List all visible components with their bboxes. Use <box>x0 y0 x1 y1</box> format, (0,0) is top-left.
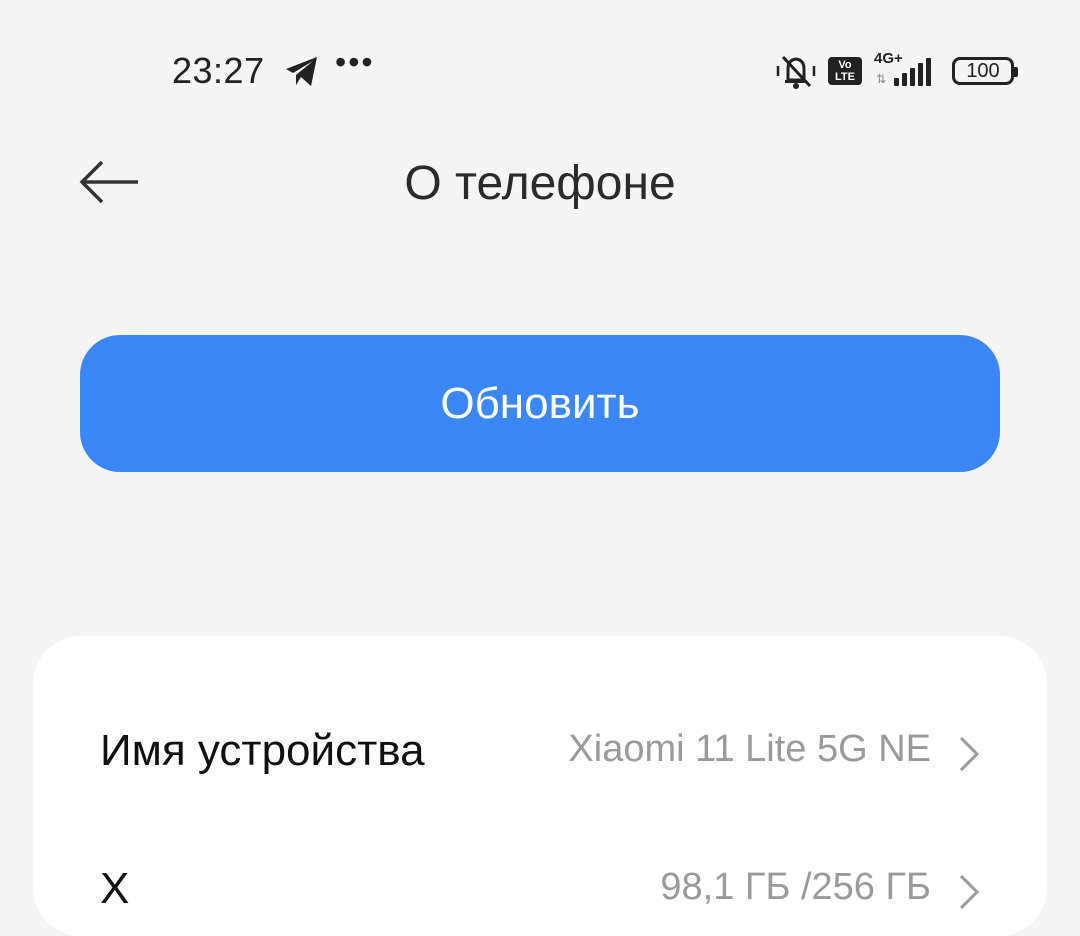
device-name-row[interactable]: Имя устройства Xiaomi 11 Lite 5G NE <box>33 686 1047 796</box>
volte-bottom-label: LTE <box>835 71 855 83</box>
battery-level: 100 <box>966 59 1000 82</box>
status-time: 23:27 <box>172 50 265 91</box>
data-arrows-icon: ⇅ <box>876 72 887 86</box>
status-bar: 23:27 ••• Vo LTE 4G+ ⇅ 100 <box>0 0 1080 140</box>
storage-label: Х <box>100 864 130 913</box>
more-notifications-icon: ••• <box>335 44 375 80</box>
silent-bell-icon <box>774 52 818 90</box>
signal-icon: 4G+ ⇅ <box>872 50 942 90</box>
update-button[interactable]: Обновить <box>80 335 1000 472</box>
telegram-icon <box>283 52 321 90</box>
volte-icon: Vo LTE <box>828 57 862 85</box>
app-header: О телефоне <box>0 140 1080 230</box>
signal-bars <box>894 58 931 86</box>
chevron-right-icon <box>957 872 981 912</box>
page-title: О телефоне <box>404 157 676 210</box>
storage-row[interactable]: Х 98,1 ГБ /256 ГБ <box>33 824 1047 934</box>
storage-value: 98,1 ГБ /256 ГБ <box>660 866 931 908</box>
device-name-label: Имя устройства <box>100 726 425 775</box>
chevron-right-icon <box>957 734 981 774</box>
status-icons: Vo LTE 4G+ ⇅ 100 <box>774 50 1018 90</box>
device-name-value: Xiaomi 11 Lite 5G NE <box>568 728 931 770</box>
battery-icon: 100 <box>952 57 1018 85</box>
device-info-card: Имя устройства Xiaomi 11 Lite 5G NE Х 98… <box>33 636 1047 936</box>
volte-top-label: Vo <box>838 59 852 71</box>
